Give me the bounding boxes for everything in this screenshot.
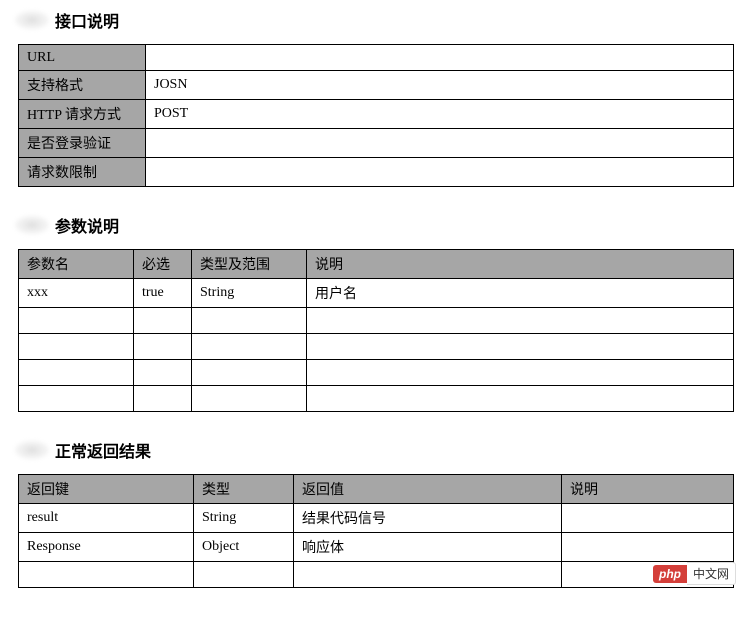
param-desc [307,334,734,360]
param-name [19,334,134,360]
response-value: 响应体 [294,533,562,562]
params-header-desc: 说明 [307,250,734,279]
api-label-format: 支持格式 [19,71,146,100]
response-key [19,562,194,588]
table-row [19,360,734,386]
table-row: result String 结果代码信号 [19,504,734,533]
api-value-url [146,45,734,71]
api-label-limit: 请求数限制 [19,158,146,187]
watermark: php 中文网 [653,562,736,585]
section-header-api: 接口说明 [15,8,731,32]
response-key: result [19,504,194,533]
param-name: xxx [19,279,134,308]
response-type: String [194,504,294,533]
table-row: 是否登录验证 [19,129,734,158]
param-desc [307,360,734,386]
param-required [134,360,192,386]
table-row: 请求数限制 [19,158,734,187]
param-required [134,386,192,412]
param-desc: 用户名 [307,279,734,308]
api-label-method: HTTP 请求方式 [19,100,146,129]
response-header-key: 返回键 [19,475,194,504]
api-value-auth [146,129,734,158]
params-header-type: 类型及范围 [192,250,307,279]
param-name [19,308,134,334]
section-number-blur [15,216,49,234]
param-required [134,334,192,360]
response-key: Response [19,533,194,562]
api-value-limit [146,158,734,187]
section-title-params: 参数说明 [55,213,119,237]
table-row [19,386,734,412]
api-label-url: URL [19,45,146,71]
param-desc [307,308,734,334]
param-type [192,360,307,386]
table-header-row: 返回键 类型 返回值 说明 [19,475,734,504]
param-type [192,308,307,334]
watermark-text: 中文网 [687,562,736,585]
response-header-type: 类型 [194,475,294,504]
params-table: 参数名 必选 类型及范围 说明 xxx true String 用户名 [18,249,734,412]
table-row: HTTP 请求方式 POST [19,100,734,129]
response-header-desc: 说明 [562,475,734,504]
table-row [19,308,734,334]
api-table: URL 支持格式 JOSN HTTP 请求方式 POST 是否登录验证 请求数限… [18,44,734,187]
table-row: URL [19,45,734,71]
section-number-blur [15,441,49,459]
param-required [134,308,192,334]
response-desc [562,504,734,533]
section-response: 正常返回结果 返回键 类型 返回值 说明 result String 结果代码信… [15,438,731,588]
response-header-value: 返回值 [294,475,562,504]
api-value-format: JOSN [146,71,734,100]
table-row: 支持格式 JOSN [19,71,734,100]
response-type [194,562,294,588]
param-name [19,386,134,412]
params-header-required: 必选 [134,250,192,279]
section-params: 参数说明 参数名 必选 类型及范围 说明 xxx true String 用户名 [15,213,731,412]
section-api: 接口说明 URL 支持格式 JOSN HTTP 请求方式 POST 是否登录验证… [15,8,731,187]
param-desc [307,386,734,412]
section-number-blur [15,11,49,29]
response-table: 返回键 类型 返回值 说明 result String 结果代码信号 Respo… [18,474,734,588]
params-header-name: 参数名 [19,250,134,279]
api-label-auth: 是否登录验证 [19,129,146,158]
param-type: String [192,279,307,308]
section-header-params: 参数说明 [15,213,731,237]
section-title-response: 正常返回结果 [55,438,151,462]
param-required: true [134,279,192,308]
table-row [19,334,734,360]
response-value: 结果代码信号 [294,504,562,533]
table-row [19,562,734,588]
section-header-response: 正常返回结果 [15,438,731,462]
response-desc [562,533,734,562]
table-row: Response Object 响应体 [19,533,734,562]
param-type [192,334,307,360]
table-header-row: 参数名 必选 类型及范围 说明 [19,250,734,279]
param-name [19,360,134,386]
watermark-badge: php [653,565,687,583]
param-type [192,386,307,412]
api-value-method: POST [146,100,734,129]
section-title-api: 接口说明 [55,8,119,32]
response-value [294,562,562,588]
response-type: Object [194,533,294,562]
table-row: xxx true String 用户名 [19,279,734,308]
